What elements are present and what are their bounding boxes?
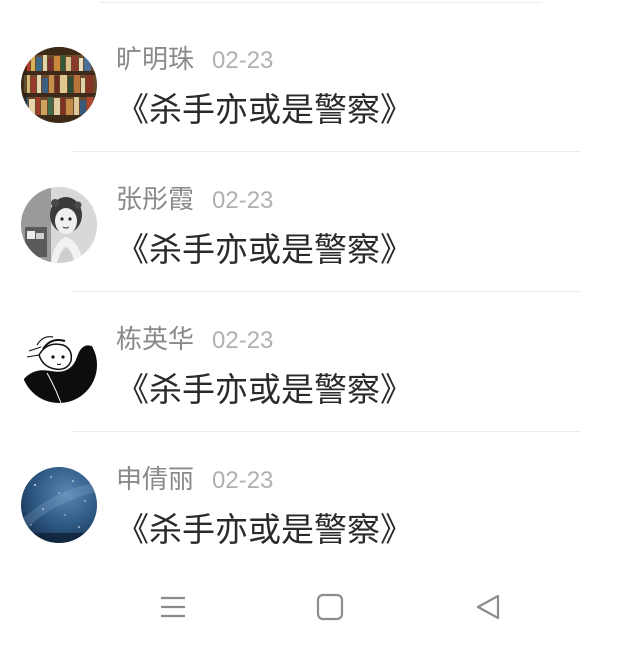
comment-date: 02-23 — [212, 47, 274, 74]
bookshelf-avatar-image — [21, 47, 97, 123]
avatar[interactable] — [21, 47, 97, 123]
username[interactable]: 申倩丽 — [116, 465, 194, 495]
back-button[interactable] — [463, 582, 513, 632]
avatar[interactable] — [21, 327, 97, 403]
comment-meta: 申倩丽 02-23 — [116, 462, 273, 498]
username[interactable]: 张彤霞 — [116, 185, 194, 215]
avatar[interactable] — [21, 187, 97, 263]
system-navigation-bar — [0, 562, 640, 652]
comment-date: 02-23 — [212, 467, 274, 494]
comment-item[interactable]: 栋英华 02-23 《杀手亦或是警察》 — [0, 292, 640, 432]
comment-screen: 旷明珠 02-23 《杀手亦或是警察》 张彤霞 02-23 《杀手亦或是警察》 … — [0, 0, 640, 652]
comment-date: 02-23 — [212, 327, 274, 354]
home-button[interactable] — [305, 582, 355, 632]
comment-content[interactable]: 《杀手亦或是警察》 — [116, 88, 413, 132]
comment-content[interactable]: 《杀手亦或是警察》 — [116, 368, 413, 412]
comment-item[interactable]: 旷明珠 02-23 《杀手亦或是警察》 — [0, 12, 640, 152]
back-triangle-icon — [476, 594, 500, 620]
comment-meta: 旷明珠 02-23 — [116, 42, 273, 78]
username[interactable]: 旷明珠 — [116, 45, 194, 75]
comment-item[interactable]: 张彤霞 02-23 《杀手亦或是警察》 — [0, 152, 640, 292]
night-sky-avatar-image — [21, 467, 97, 543]
comment-meta: 栋英华 02-23 — [116, 322, 273, 358]
home-square-icon — [316, 593, 344, 621]
sketch-portrait-avatar-image — [21, 327, 97, 403]
comment-content[interactable]: 《杀手亦或是警察》 — [116, 508, 413, 552]
girl-portrait-avatar-image — [21, 187, 97, 263]
comment-meta: 张彤霞 02-23 — [116, 182, 273, 218]
menu-button[interactable] — [148, 582, 198, 632]
username[interactable]: 栋英华 — [116, 325, 194, 355]
menu-icon — [161, 596, 185, 618]
avatar[interactable] — [21, 467, 97, 543]
comment-content[interactable]: 《杀手亦或是警察》 — [116, 228, 413, 272]
comment-item[interactable]: 申倩丽 02-23 《杀手亦或是警察》 — [0, 432, 640, 572]
comment-date: 02-23 — [212, 187, 274, 214]
top-divider — [100, 2, 542, 3]
